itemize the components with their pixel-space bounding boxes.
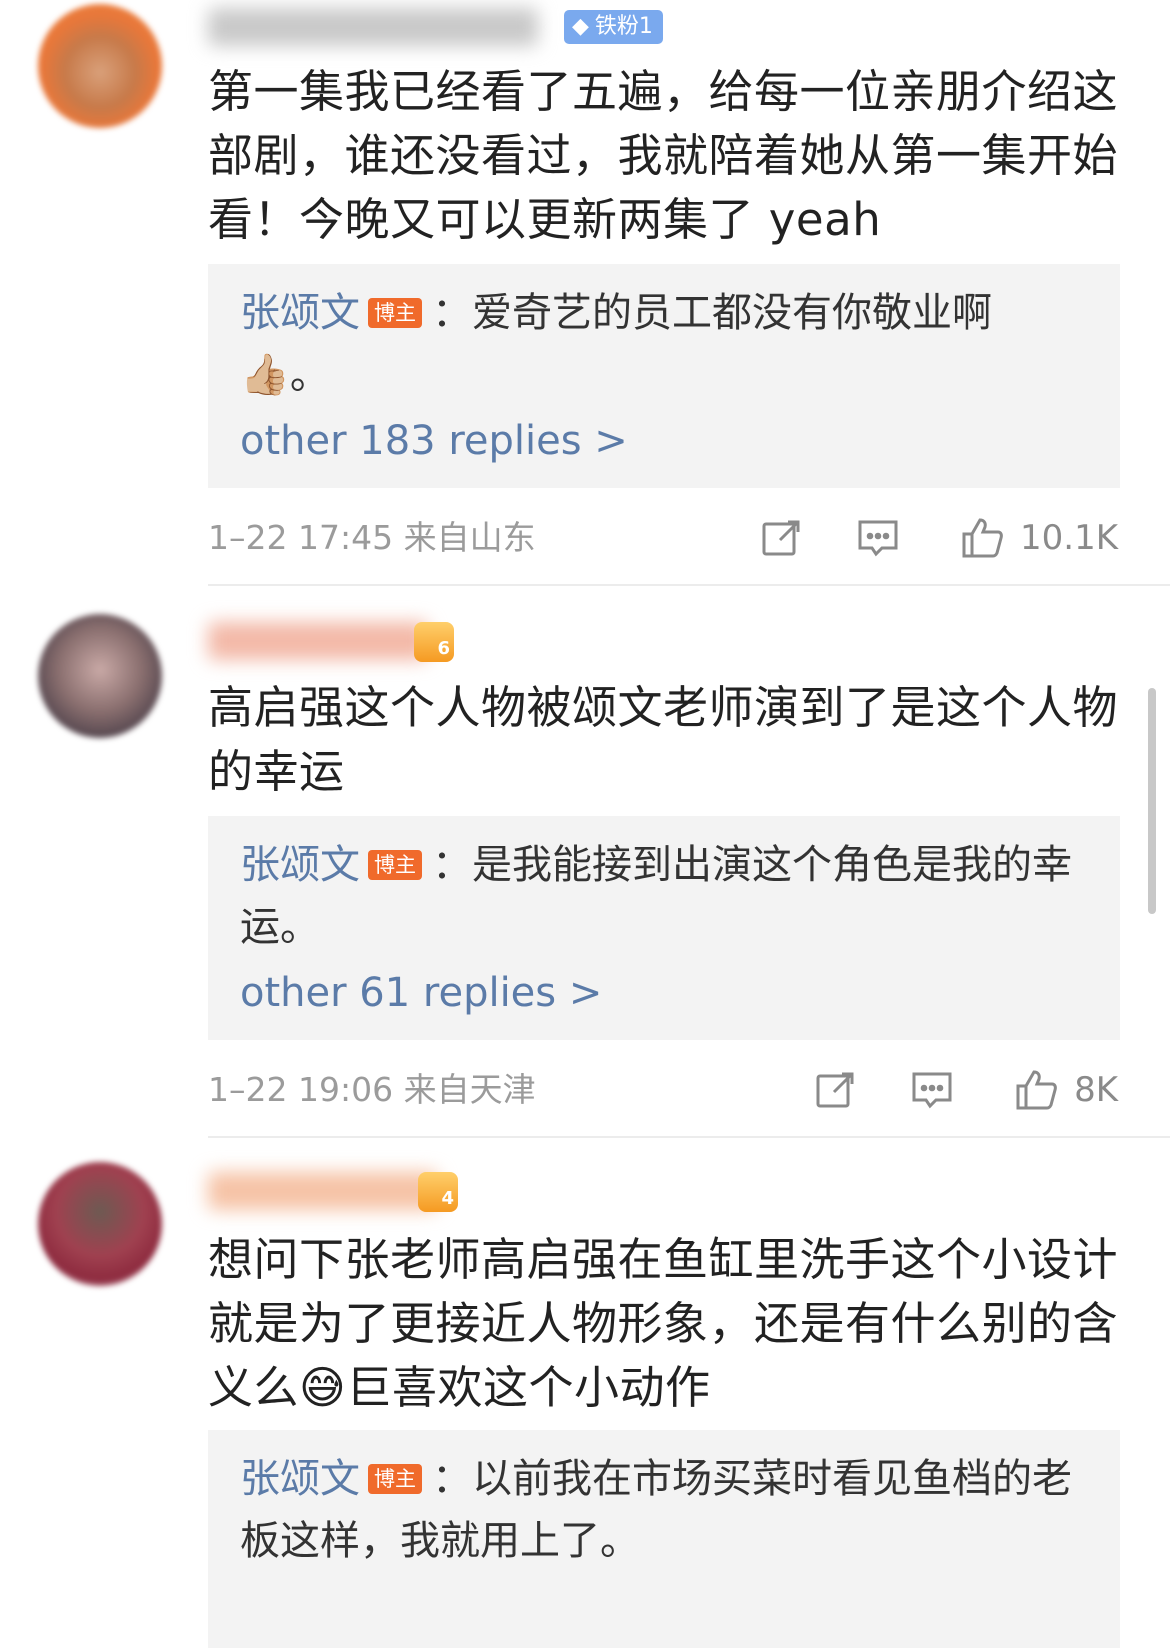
scrollbar[interactable]	[1148, 688, 1156, 914]
comment-meta: 1–22 17:45 来自山东	[208, 518, 536, 557]
reply-author[interactable]: 张颂文	[240, 842, 360, 888]
reply-box[interactable]: 张颂文 博主 ：爱奇艺的员工都没有你敬业啊 👍🏼。 other 183 replie…	[208, 264, 1120, 488]
comment-actions: 10.1K	[758, 514, 1118, 562]
reply-author[interactable]: 张颂文	[240, 290, 360, 336]
comment-icon[interactable]	[854, 514, 902, 562]
avatar[interactable]	[38, 614, 162, 738]
diamond-icon: ◆	[572, 14, 589, 39]
like-count: 10.1K	[1020, 518, 1118, 558]
reply-author[interactable]: 张颂文	[240, 1456, 360, 1502]
share-icon[interactable]	[758, 514, 806, 562]
comment-meta: 1–22 19:06 来自天津	[208, 1070, 536, 1109]
reply-text: 张颂文 博主 ：以前我在市场买菜时看见鱼档的老板这样，我就用上了。	[240, 1456, 1072, 1564]
level-badge: 4	[418, 1172, 458, 1212]
sweat-smile-emoji: 😅	[299, 1361, 347, 1414]
comment-text: 想问下张老师高启强在鱼缸里洗手这个小设计就是为了更接近人物形象，还是有什么别的含…	[208, 1233, 1119, 1414]
thumbs-up-emoji: 👍🏼	[240, 352, 290, 398]
author-badge: 博主	[368, 850, 422, 880]
share-icon[interactable]	[812, 1066, 860, 1114]
fan-badge: ◆ 铁粉1	[564, 10, 663, 44]
reply-text: 张颂文 博主 ：爱奇艺的员工都没有你敬业啊 👍🏼。	[240, 290, 992, 398]
like-icon[interactable]	[958, 514, 1006, 562]
comment-text: 第一集我已经看了五遍，给每一位亲朋介绍这部剧，谁还没看过，我就陪着她从第一集开始…	[208, 65, 1119, 246]
username-blurred[interactable]	[208, 622, 428, 660]
comment-text: 高启强这个人物被颂文老师演到了是这个人物的幸运	[208, 681, 1119, 798]
username-blurred[interactable]	[208, 1172, 438, 1210]
reply-text: 张颂文 博主 ：是我能接到出演这个角色是我的幸运。	[240, 842, 1072, 950]
like-icon[interactable]	[1012, 1066, 1060, 1114]
reply-box[interactable]: 张颂文 博主 ：以前我在市场买菜时看见鱼档的老板这样，我就用上了。	[208, 1430, 1120, 1648]
username-blurred[interactable]	[208, 8, 538, 46]
divider	[208, 584, 1170, 586]
like-count: 8K	[1074, 1070, 1118, 1110]
more-replies-link[interactable]: other 183 replies >	[240, 416, 628, 466]
reply-box[interactable]: 张颂文 博主 ：是我能接到出演这个角色是我的幸运。 other 61 replies…	[208, 816, 1120, 1040]
author-badge: 博主	[368, 298, 422, 328]
level-badge: 6	[414, 622, 454, 662]
avatar[interactable]	[38, 4, 162, 128]
comment-icon[interactable]	[908, 1066, 956, 1114]
comment-actions: 8K	[812, 1066, 1118, 1114]
more-replies-link[interactable]: other 61 replies >	[240, 968, 602, 1018]
avatar[interactable]	[38, 1162, 162, 1286]
divider	[208, 1136, 1170, 1138]
author-badge: 博主	[368, 1464, 422, 1494]
